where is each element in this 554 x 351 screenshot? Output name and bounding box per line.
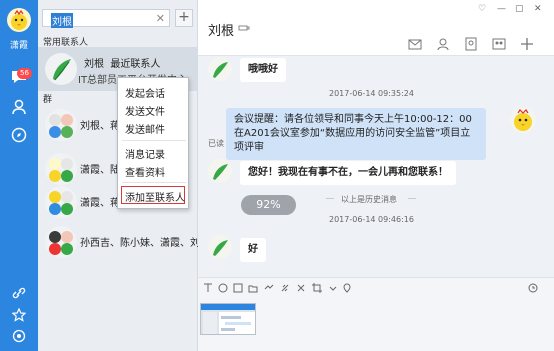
group-members: 孙西吉、陈小妹、潇霞、刘根 [80, 238, 210, 249]
clear-search-icon[interactable]: ✕ [156, 12, 165, 25]
self-avatar[interactable] [510, 107, 536, 133]
group-avatar [45, 226, 77, 258]
status-icon [238, 22, 250, 35]
menu-separator [122, 182, 186, 183]
history-divider [326, 198, 334, 199]
contact-avatar [45, 53, 77, 85]
message-bubble: 哦哦好 [240, 58, 286, 82]
mail-icon[interactable] [408, 37, 422, 51]
menu-item-add-contact[interactable]: 添加至联系人 [125, 189, 185, 204]
context-menu: 发起会话 发送文件 发送邮件 消息记录 查看资料 添加至联系人 [117, 77, 189, 209]
message-bubble: 好 [240, 238, 266, 262]
contact-avatar[interactable] [208, 57, 232, 81]
history-label: 以上是历史消息 [341, 195, 397, 204]
contacts-nav-icon[interactable] [8, 96, 30, 118]
history-tool-icon[interactable] [296, 283, 306, 293]
message-bubble: 您好！我现在有事不在，一会儿再和您联系！ [240, 161, 456, 185]
menu-item-send-file[interactable]: 发送文件 [125, 103, 165, 118]
contact-avatar[interactable] [208, 159, 232, 183]
search-input[interactable]: 刘根 ✕ [42, 9, 170, 28]
settings-nav-icon[interactable] [8, 325, 30, 347]
contact-name: 刘根 最近联系人 [84, 59, 161, 70]
image-icon[interactable] [233, 283, 243, 293]
add-member-icon[interactable] [520, 37, 534, 51]
chat-title: 刘根 [208, 24, 235, 39]
history-divider [408, 198, 416, 199]
group-icon[interactable] [492, 37, 506, 51]
message-bubble-outgoing: 会议提醒：请各位领导和同事今天上午10:00-12：00 在A201会议室参加“… [226, 108, 486, 160]
maximize-button[interactable]: ▢ [515, 4, 524, 14]
nav-rail: 潇霞 56 [0, 0, 38, 351]
location-icon[interactable] [342, 283, 352, 293]
link-icon[interactable] [280, 283, 290, 293]
screenshot-thumbnail[interactable] [200, 303, 256, 335]
font-icon[interactable] [203, 283, 213, 293]
star-nav-icon[interactable] [8, 304, 30, 326]
user-avatar[interactable] [7, 8, 31, 32]
card-icon[interactable] [464, 37, 478, 51]
menu-item-profile[interactable]: 查看资料 [125, 164, 165, 179]
add-button[interactable]: + [175, 9, 193, 27]
user-name: 潇霞 [9, 41, 28, 51]
clock-icon[interactable] [528, 283, 538, 293]
menu-item-send-mail[interactable]: 发送邮件 [125, 121, 165, 136]
read-receipt: 已读 [208, 139, 224, 148]
discover-nav-icon[interactable] [8, 124, 30, 146]
skin-icon[interactable]: ♡ [478, 4, 486, 14]
menu-item-start-chat[interactable]: 发起会话 [125, 85, 165, 100]
group-avatar [45, 186, 77, 218]
dropdown-icon[interactable] [328, 283, 338, 293]
unread-badge: 56 [17, 68, 32, 79]
timestamp: 2017-06-14 09:35:24 [329, 89, 414, 98]
close-button[interactable]: ✕ [534, 4, 542, 14]
search-value: 刘根 [51, 13, 73, 28]
chat-pane: 刘根 ♡ — ▢ ✕ 哦哦好 2017-06-14 09:35:24 会议提醒：… [198, 0, 554, 351]
emoji-icon[interactable] [218, 283, 228, 293]
group-avatar [45, 109, 77, 141]
shake-icon[interactable] [264, 283, 274, 293]
group-row[interactable]: 孙西吉、陈小妹、潇霞、刘根 [38, 220, 210, 264]
menu-separator [122, 140, 186, 141]
chat-header: 刘根 ♡ — ▢ ✕ [198, 0, 554, 56]
screenshot-icon[interactable] [312, 283, 322, 293]
timestamp: 2017-06-14 09:46:16 [329, 215, 414, 224]
minimize-button[interactable]: — [497, 4, 506, 14]
menu-item-history[interactable]: 消息记录 [125, 146, 165, 161]
folder-icon[interactable] [248, 283, 258, 293]
progress-indicator: 92% [241, 195, 296, 215]
contact-avatar[interactable] [208, 235, 232, 259]
link-nav-icon[interactable] [8, 282, 30, 304]
user-profile-icon[interactable] [436, 37, 450, 51]
